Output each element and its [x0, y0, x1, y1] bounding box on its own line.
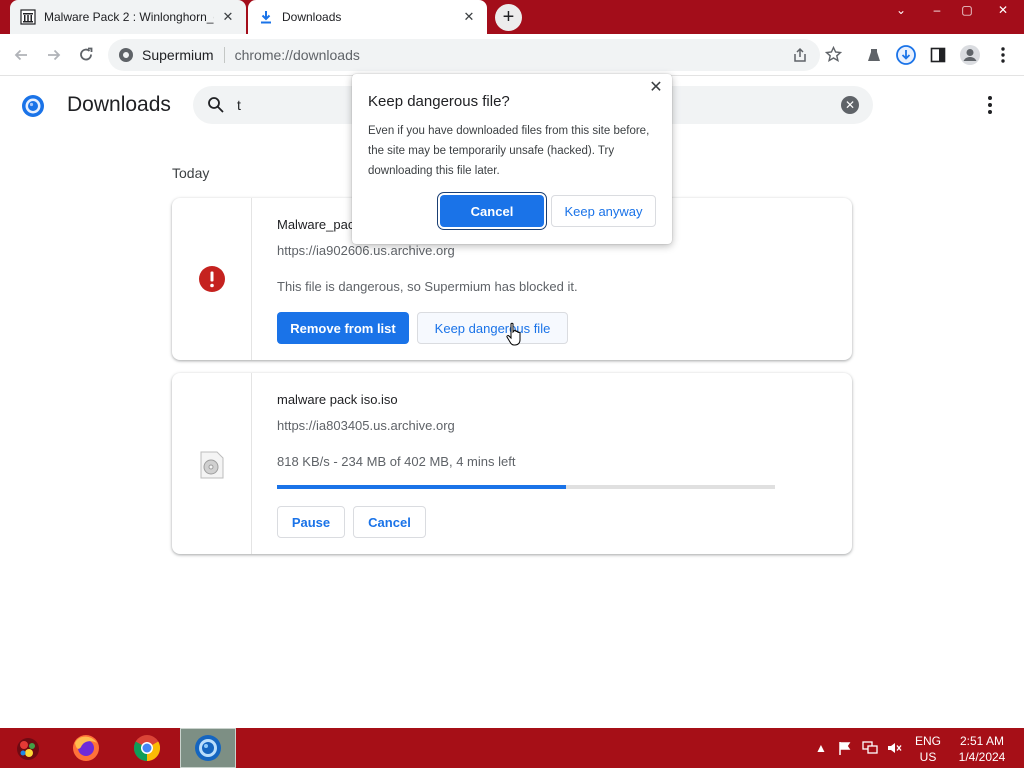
file-icon-column: [172, 198, 252, 360]
browser-menu-icon[interactable]: [990, 42, 1016, 68]
side-panel-icon[interactable]: [925, 42, 951, 68]
clock-time: 2:51 AM: [959, 734, 1005, 748]
language-code: ENG: [914, 734, 941, 748]
page-title: Downloads: [67, 93, 171, 116]
search-input[interactable]: t: [237, 97, 241, 113]
disc-file-icon: [200, 451, 224, 484]
file-name[interactable]: Malware_pac: [277, 217, 354, 232]
reload-icon[interactable]: [73, 42, 99, 68]
share-icon[interactable]: [792, 47, 808, 66]
browser-toolbar: Supermium chrome://downloads: [0, 34, 1024, 76]
chrome-icon[interactable]: [119, 728, 175, 768]
input-language-indicator[interactable]: ENG US: [912, 733, 944, 765]
remove-from-list-button[interactable]: Remove from list: [277, 312, 409, 344]
search-icon: [207, 96, 225, 114]
back-icon[interactable]: [8, 42, 34, 68]
extension-icon[interactable]: [861, 42, 887, 68]
more-actions-icon[interactable]: [980, 94, 1000, 116]
pause-button[interactable]: Pause: [277, 506, 345, 538]
network-icon[interactable]: [860, 728, 880, 768]
dialog-title: Keep dangerous file?: [368, 93, 510, 110]
clear-search-icon[interactable]: ✕: [841, 96, 859, 114]
progress-fill: [277, 485, 566, 489]
action-center-flag-icon[interactable]: [836, 728, 854, 768]
minimize-icon[interactable]: –: [920, 0, 954, 22]
danger-status-text: This file is dangerous, so Supermium has…: [277, 279, 578, 294]
file-source-url[interactable]: https://ia803405.us.archive.org: [277, 418, 455, 433]
windows-taskbar: ▲ ENG US 2:51 AM 1/4/2024: [0, 728, 1024, 768]
new-tab-button[interactable]: +: [495, 4, 522, 31]
archive-icon: [20, 9, 36, 25]
dialog-message: Even if you have downloaded files from t…: [368, 125, 650, 177]
download-icon: [258, 9, 274, 25]
keep-dangerous-file-button[interactable]: Keep dangerous file: [417, 312, 568, 344]
tab-title: Malware Pack 2 : Winlonghorn_e: [44, 10, 214, 24]
firefox-icon[interactable]: [58, 728, 114, 768]
file-name[interactable]: malware pack iso.iso: [277, 392, 398, 407]
file-icon-column: [172, 373, 252, 554]
tab-strip: Malware Pack 2 : Winlonghorn_e ✕ Downloa…: [0, 0, 1024, 34]
tab-malware-pack[interactable]: Malware Pack 2 : Winlonghorn_e ✕: [10, 0, 246, 34]
file-source-url[interactable]: https://ia902606.us.archive.org: [277, 243, 455, 258]
date-section-label: Today: [172, 165, 210, 181]
close-tab-icon[interactable]: ✕: [220, 9, 236, 25]
download-progress-bar: [277, 485, 775, 489]
tab-title: Downloads: [282, 10, 342, 24]
address-bar[interactable]: Supermium chrome://downloads: [108, 39, 843, 71]
show-hidden-icons-icon[interactable]: ▲: [814, 728, 828, 768]
warning-icon: [199, 266, 225, 297]
tab-search-icon[interactable]: ⌄: [884, 0, 918, 22]
close-tab-icon[interactable]: ✕: [461, 9, 477, 25]
close-dialog-icon[interactable]: ✕: [648, 80, 664, 96]
download-item-in-progress: malware pack iso.iso https://ia803405.us…: [172, 373, 852, 554]
hand-cursor-icon: [506, 322, 522, 346]
supermium-icon[interactable]: [180, 728, 236, 768]
cancel-download-button[interactable]: Cancel: [353, 506, 426, 538]
close-window-icon[interactable]: ✕: [986, 0, 1020, 22]
downloads-toolbar-icon[interactable]: [893, 42, 919, 68]
url-text: chrome://downloads: [234, 47, 360, 63]
profile-avatar-icon[interactable]: [957, 42, 983, 68]
start-icon[interactable]: [0, 728, 56, 768]
download-progress-text: 818 KB/s - 234 MB of 402 MB, 4 mins left: [277, 454, 516, 469]
dialog-cancel-button[interactable]: Cancel: [440, 195, 544, 227]
clock-date: 1/4/2024: [958, 750, 1006, 764]
bookmark-star-icon[interactable]: [824, 45, 843, 66]
divider: [223, 47, 225, 63]
tab-downloads[interactable]: Downloads ✕: [248, 0, 487, 34]
keyboard-layout: US: [919, 750, 937, 764]
keep-anyway-button[interactable]: Keep anyway: [551, 195, 656, 227]
supermium-logo-icon: [21, 94, 45, 118]
taskbar-clock[interactable]: 2:51 AM 1/4/2024: [952, 733, 1012, 765]
maximize-icon[interactable]: ▢: [950, 0, 984, 22]
supermium-site-icon: [118, 47, 134, 63]
forward-icon[interactable]: [41, 42, 67, 68]
site-name: Supermium: [142, 47, 214, 63]
volume-muted-icon[interactable]: [885, 728, 905, 768]
keep-dangerous-file-dialog: Keep dangerous file? ✕ Even if you have …: [352, 74, 672, 244]
